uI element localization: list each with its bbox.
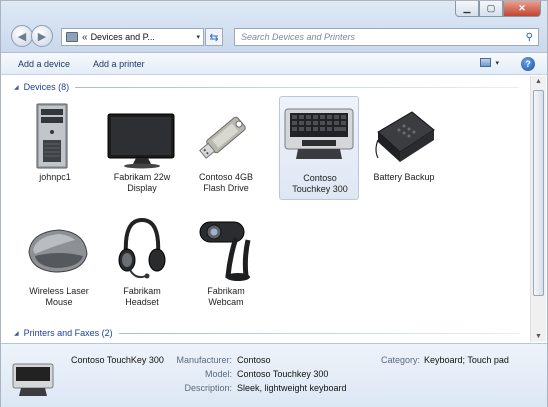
- device-label: Wireless Laser Mouse: [29, 286, 89, 307]
- scroll-up-icon[interactable]: ▲: [533, 78, 544, 85]
- command-bar: Add a device Add a printer ▾ ?: [1, 53, 547, 75]
- monitor-icon: [107, 113, 175, 169]
- search-box[interactable]: Search Devices and Printers ⚲: [234, 28, 539, 46]
- computer-tower-icon: [36, 103, 68, 169]
- detail-label: Description:: [184, 383, 232, 393]
- refresh-icon: ⇆: [209, 31, 219, 44]
- device-item[interactable]: Fabrikam 22w Display: [102, 100, 182, 204]
- device-label: Fabrikam 22w Display: [113, 172, 171, 193]
- search-input[interactable]: Search Devices and Printers: [241, 32, 355, 42]
- add-printer-button[interactable]: Add a printer: [89, 57, 149, 71]
- device-label: Fabrikam Headset: [123, 286, 161, 307]
- headset-icon: [118, 217, 166, 279]
- breadcrumb[interactable]: Devices and P...: [91, 32, 155, 42]
- maximize-icon: ▢: [486, 3, 496, 13]
- forward-button[interactable]: ▶: [31, 25, 53, 47]
- detail-label: Model:: [204, 369, 232, 379]
- device-item[interactable]: Wireless Laser Mouse: [19, 214, 99, 318]
- search-icon[interactable]: ⚲: [526, 32, 533, 43]
- group-header-devices[interactable]: ◢ Devices (8): [14, 82, 519, 92]
- keyboard-icon: [284, 108, 354, 159]
- maximize-button[interactable]: ▢: [479, 1, 503, 17]
- group-header-printers[interactable]: ◢ Printers and Faxes (2): [14, 328, 519, 338]
- device-label: Contoso 4GB Flash Drive: [198, 172, 254, 193]
- group-title-devices: Devices (8): [23, 82, 70, 92]
- refresh-button[interactable]: ⇆: [205, 28, 223, 46]
- device-item-selected[interactable]: Contoso Touchkey 300: [279, 96, 359, 200]
- detail-value: Contoso Touchkey 300: [237, 369, 329, 379]
- device-item[interactable]: Battery Backup: [364, 100, 444, 204]
- close-button[interactable]: ✕: [503, 1, 541, 17]
- detail-value: Contoso: [237, 355, 271, 365]
- usb-flash-drive-icon: [199, 116, 246, 159]
- collapse-arrow-icon[interactable]: ◢: [14, 330, 19, 337]
- group-divider: [75, 86, 519, 88]
- mouse-icon: [28, 229, 88, 273]
- address-bar[interactable]: « Devices and P... ▾: [61, 28, 204, 46]
- view-icon: [480, 58, 492, 67]
- minimize-button[interactable]: ▁: [455, 1, 479, 17]
- device-label: Contoso Touchkey 300: [292, 173, 348, 194]
- change-view-button[interactable]: ▾: [480, 58, 499, 67]
- device-label: Fabrikam Webcam: [207, 286, 245, 307]
- address-dropdown-icon[interactable]: ▾: [196, 33, 200, 41]
- vertical-scrollbar[interactable]: ▲ ▼: [530, 76, 546, 342]
- webcam-icon: [199, 221, 251, 281]
- detail-category: Category: Keyboard; Touch pad: [381, 355, 509, 365]
- collapse-arrow-icon[interactable]: ◢: [14, 84, 19, 91]
- detail-label: Manufacturer:: [176, 355, 232, 365]
- close-icon: ✕: [518, 3, 526, 13]
- minimize-icon: ▁: [463, 3, 471, 13]
- view-dropdown-icon: ▾: [495, 59, 499, 67]
- back-button[interactable]: ◀: [11, 25, 33, 47]
- detail-value: Sleek, lightweight keyboard: [237, 383, 347, 393]
- help-button[interactable]: ?: [521, 57, 535, 71]
- scroll-thumb[interactable]: [533, 90, 544, 296]
- devices-and-printers-window: ▁ ▢ ✕ ◀ ▶ « Devices and P... ▾ ⇆ Search …: [0, 0, 548, 407]
- detail-description: Description: Sleek, lightweight keyboard: [146, 383, 347, 393]
- ups-battery-icon: [375, 111, 435, 162]
- back-arrow-icon: ◀: [17, 30, 27, 43]
- detail-manufacturer: Manufacturer: Contoso: [146, 355, 271, 365]
- breadcrumb-overflow[interactable]: «: [82, 32, 88, 43]
- scroll-down-icon[interactable]: ▼: [533, 333, 544, 340]
- forward-arrow-icon: ▶: [37, 30, 47, 43]
- detail-value: Keyboard; Touch pad: [424, 355, 509, 365]
- caption-buttons: ▁ ▢ ✕: [455, 1, 541, 17]
- add-device-button[interactable]: Add a device: [14, 57, 74, 71]
- group-divider: [118, 332, 519, 334]
- help-icon: ?: [525, 59, 531, 69]
- device-list-area: ◢ Devices (8) johnpc1 Fabrikam 22w Displ…: [1, 76, 529, 342]
- detail-label: Category:: [381, 355, 421, 365]
- details-pane: Contoso TouchKey 300 Manufacturer: Conto…: [1, 343, 547, 407]
- keyboard-thumbnail-icon: [12, 363, 54, 396]
- control-panel-icon: [66, 32, 78, 42]
- detail-model: Model: Contoso Touchkey 300: [146, 369, 328, 379]
- device-item[interactable]: Contoso 4GB Flash Drive: [186, 100, 266, 204]
- device-item[interactable]: johnpc1: [15, 100, 95, 204]
- group-title-printers: Printers and Faxes (2): [23, 328, 113, 338]
- title-bar: ▁ ▢ ✕ ◀ ▶ « Devices and P... ▾ ⇆ Search …: [1, 1, 547, 53]
- device-label: johnpc1: [39, 172, 71, 182]
- device-label: Battery Backup: [373, 172, 435, 182]
- device-item[interactable]: Fabrikam Webcam: [186, 214, 266, 318]
- device-item[interactable]: Fabrikam Headset: [102, 214, 182, 318]
